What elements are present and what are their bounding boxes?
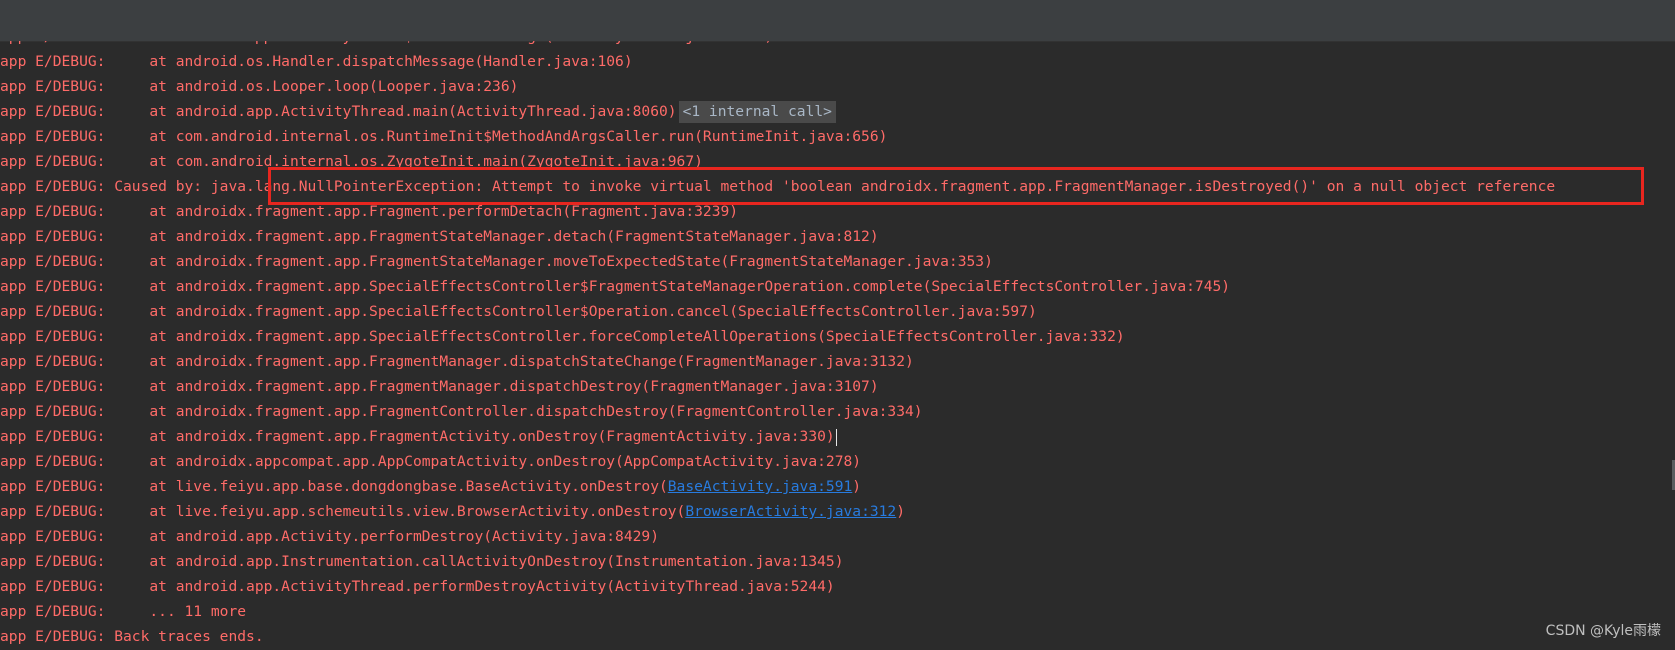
log-line: app E/DEBUG: at androidx.fragment.app.Fr…: [0, 224, 1555, 249]
log-line-prefix: app E/DEBUG:: [0, 453, 115, 470]
log-line-text: at androidx.fragment.app.SpecialEffectsC…: [114, 328, 1125, 345]
log-line: app E/DEBUG: at android.app.ActivityThre…: [0, 574, 1555, 599]
log-line-text: at androidx.appcompat.app.AppCompatActiv…: [114, 453, 862, 470]
log-line-text: at androidx.fragment.app.Fragment.perfor…: [114, 203, 739, 220]
log-line-suffix: ): [896, 503, 906, 520]
log-line-prefix: app E/DEBUG:: [0, 228, 115, 245]
logcat-output[interactable]: app E/DEBUG: at android.app.ActivityThre…: [0, 41, 1675, 650]
log-line-prefix: app E/DEBUG:: [0, 303, 115, 320]
log-line-prefix: app E/DEBUG:: [0, 353, 115, 370]
log-line-text: at android.app.ActivityThread.performDes…: [114, 578, 835, 595]
log-line-prefix: app E/DEBUG:: [0, 528, 115, 545]
top-toolbar: [0, 0, 1675, 42]
log-line-text: at com.android.internal.os.ZygoteInit.ma…: [114, 153, 703, 170]
log-line-text: at androidx.fragment.app.FragmentActivit…: [114, 428, 835, 445]
log-line-prefix: app E/DEBUG:: [0, 628, 115, 645]
log-line-text: at androidx.fragment.app.FragmentStateMa…: [114, 253, 993, 270]
log-line-suffix: ): [852, 478, 862, 495]
log-line-text: Caused by: java.lang.NullPointerExceptio…: [114, 178, 1556, 195]
log-line-prefix: app E/DEBUG:: [0, 41, 114, 45]
log-line-prefix: app E/DEBUG:: [0, 178, 115, 195]
log-lines-list: app E/DEBUG: at android.app.ActivityThre…: [0, 41, 1555, 649]
log-line: app E/DEBUG: at live.feiyu.app.schemeuti…: [0, 499, 1555, 524]
log-line: app E/DEBUG: at android.app.ActivityThre…: [0, 99, 1555, 124]
log-line: app E/DEBUG: at androidx.fragment.app.Fr…: [0, 249, 1555, 274]
log-line: app E/DEBUG: at androidx.fragment.app.Fr…: [0, 374, 1555, 399]
log-line-prefix: app E/DEBUG:: [0, 328, 115, 345]
log-line-text: at androidx.fragment.app.SpecialEffectsC…: [114, 303, 1037, 320]
watermark: CSDN @Kyle雨檬: [1545, 623, 1661, 639]
log-line: app E/DEBUG: at androidx.fragment.app.Fr…: [0, 199, 1555, 224]
log-line-prefix: app E/DEBUG:: [0, 278, 115, 295]
log-line: app E/DEBUG: at androidx.fragment.app.Fr…: [0, 349, 1555, 374]
log-line: app E/DEBUG: at android.app.Instrumentat…: [0, 549, 1555, 574]
log-line-text: at android.app.Instrumentation.callActiv…: [114, 553, 844, 570]
log-line-prefix: app E/DEBUG:: [0, 603, 115, 620]
logcat-window: app E/DEBUG: at android.app.ActivityThre…: [0, 0, 1675, 650]
log-line-text: at androidx.fragment.app.FragmentManager…: [114, 353, 914, 370]
log-line-text: Back traces ends.: [114, 628, 264, 645]
log-line-text: at live.feiyu.app.base.dongdongbase.Base…: [114, 478, 668, 495]
log-line: app E/DEBUG: at com.android.internal.os.…: [0, 149, 1555, 174]
log-line-prefix: app E/DEBUG:: [0, 128, 115, 145]
log-line-text: at android.os.Looper.loop(Looper.java:23…: [114, 78, 519, 95]
log-line-prefix: app E/DEBUG:: [0, 503, 115, 520]
log-line-prefix: app E/DEBUG:: [0, 578, 115, 595]
log-line-text: at android.os.Handler.dispatchMessage(Ha…: [114, 53, 633, 70]
log-line-text: at androidx.fragment.app.FragmentControl…: [114, 403, 923, 420]
log-line-text: at androidx.fragment.app.FragmentStateMa…: [114, 228, 879, 245]
log-line: app E/DEBUG: at android.app.ActivityThre…: [0, 41, 1555, 49]
text-caret: [835, 428, 838, 446]
log-line-text: at androidx.fragment.app.FragmentManager…: [114, 378, 879, 395]
source-file-link[interactable]: BrowserActivity.java:312: [685, 503, 896, 520]
log-line-prefix: app E/DEBUG:: [0, 203, 115, 220]
log-line: app E/DEBUG: at androidx.fragment.app.Sp…: [0, 324, 1555, 349]
log-line-text: at live.feiyu.app.schemeutils.view.Brows…: [114, 503, 686, 520]
log-line: app E/DEBUG: Back traces ends.: [0, 624, 1555, 649]
log-line: app E/DEBUG: at androidx.fragment.app.Fr…: [0, 424, 1555, 449]
log-line-prefix: app E/DEBUG:: [0, 378, 115, 395]
log-line: app E/DEBUG: at androidx.fragment.app.Sp…: [0, 274, 1555, 299]
log-line-text: ... 11 more: [114, 603, 247, 620]
log-line: app E/DEBUG: at androidx.fragment.app.Sp…: [0, 299, 1555, 324]
log-line-prefix: app E/DEBUG:: [0, 153, 115, 170]
log-line: app E/DEBUG: Caused by: java.lang.NullPo…: [0, 174, 1555, 199]
log-line-prefix: app E/DEBUG:: [0, 478, 115, 495]
log-line-prefix: app E/DEBUG:: [0, 78, 115, 95]
log-line: app E/DEBUG: ... 11 more: [0, 599, 1555, 624]
log-line: app E/DEBUG: at android.os.Looper.loop(L…: [0, 74, 1555, 99]
log-line-prefix: app E/DEBUG:: [0, 103, 115, 120]
log-line-text: at android.app.Activity.performDestroy(A…: [114, 528, 659, 545]
internal-call-fold[interactable]: <1 internal call>: [678, 101, 836, 123]
log-line-text: at androidx.fragment.app.SpecialEffectsC…: [114, 278, 1231, 295]
log-line-prefix: app E/DEBUG:: [0, 253, 115, 270]
log-line: app E/DEBUG: at androidx.appcompat.app.A…: [0, 449, 1555, 474]
log-line: app E/DEBUG: at android.app.Activity.per…: [0, 524, 1555, 549]
log-line-prefix: app E/DEBUG:: [0, 53, 115, 70]
log-line: app E/DEBUG: at androidx.fragment.app.Fr…: [0, 399, 1555, 424]
log-line: app E/DEBUG: at com.android.internal.os.…: [0, 124, 1555, 149]
log-line-prefix: app E/DEBUG:: [0, 403, 115, 420]
log-line-prefix: app E/DEBUG:: [0, 428, 115, 445]
log-line-text: at android.app.ActivityThread$H.handleMe…: [114, 41, 773, 45]
log-line: app E/DEBUG: at live.feiyu.app.base.dong…: [0, 474, 1555, 499]
source-file-link[interactable]: BaseActivity.java:591: [668, 478, 853, 495]
log-line-prefix: app E/DEBUG:: [0, 553, 115, 570]
log-line: app E/DEBUG: at android.os.Handler.dispa…: [0, 49, 1555, 74]
log-line-text: at com.android.internal.os.RuntimeInit$M…: [114, 128, 888, 145]
log-line-text: at android.app.ActivityThread.main(Activ…: [114, 103, 677, 120]
